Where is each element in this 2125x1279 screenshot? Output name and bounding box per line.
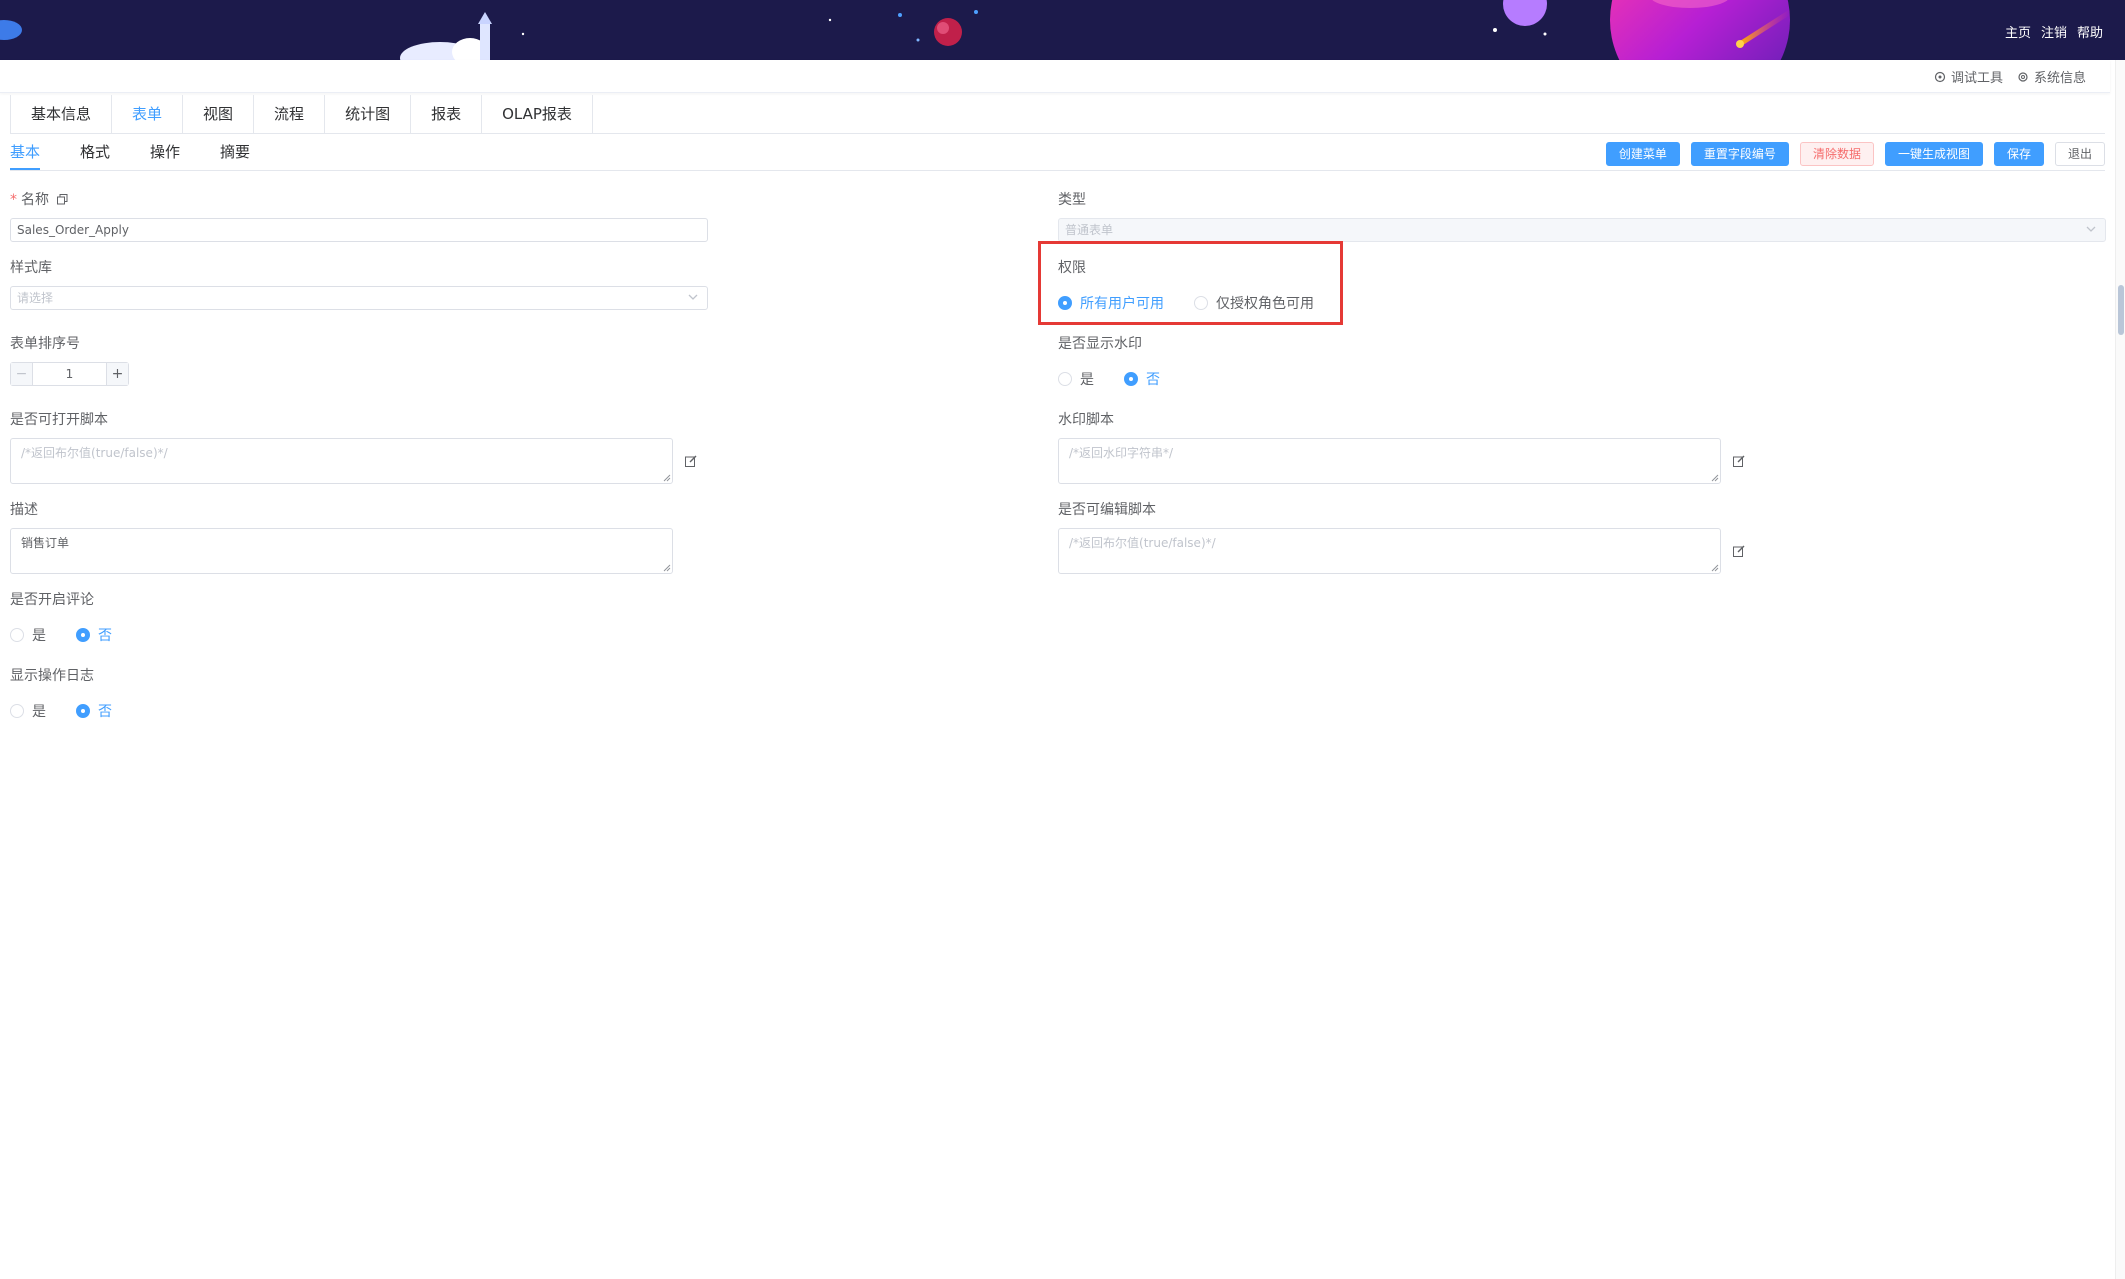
radio-dot — [10, 628, 24, 642]
name-label: * 名称 — [10, 189, 68, 209]
radio-dot — [76, 704, 90, 718]
required-mark: * — [10, 192, 17, 208]
radio-dot — [10, 704, 24, 718]
subtab-operation[interactable]: 操作 — [150, 140, 180, 170]
gear-icon — [2018, 71, 2028, 82]
operation-log-label: 显示操作日志 — [10, 668, 94, 684]
type-value: 普通表单 — [1065, 223, 1114, 237]
resize-grip-icon[interactable] — [663, 474, 671, 482]
watermark-label: 是否显示水印 — [1058, 336, 1142, 352]
log-no-radio[interactable]: 否 — [76, 701, 112, 721]
decrement-button[interactable]: − — [11, 363, 33, 385]
main-tabs: 基本信息 表单 视图 流程 统计图 报表 OLAP报表 — [10, 95, 593, 133]
home-link[interactable]: 主页 — [2005, 22, 2031, 41]
description-value: 销售订单 — [21, 536, 70, 550]
watermark-script-placeholder: /*返回水印字符串*/ — [1069, 446, 1174, 460]
system-info-label: 系统信息 — [2033, 71, 2086, 86]
description-textarea[interactable]: 销售订单 — [10, 528, 673, 574]
edit-icon[interactable] — [1733, 455, 1745, 467]
tab-olap-report[interactable]: OLAP报表 — [482, 95, 593, 133]
form-order-label: 表单排序号 — [10, 336, 80, 352]
top-banner: 主页 注销 帮助 — [0, 0, 2125, 60]
form-order-value[interactable]: 1 — [33, 363, 106, 385]
radio-label: 否 — [98, 704, 112, 720]
main-tabs-divider — [10, 133, 2105, 134]
watermark-radio-group: 是 否 — [1058, 369, 1160, 389]
clear-data-button[interactable]: 清除数据 — [1799, 142, 1874, 166]
comment-radio-group: 是 否 — [10, 625, 112, 645]
tab-basic-info[interactable]: 基本信息 — [11, 95, 113, 133]
tab-flow[interactable]: 流程 — [254, 95, 326, 133]
edit-icon[interactable] — [685, 455, 697, 467]
type-select: 普通表单 — [1058, 218, 2106, 242]
radio-label: 是 — [32, 704, 46, 720]
debug-icon — [1934, 71, 1946, 82]
log-yes-radio[interactable]: 是 — [10, 701, 46, 721]
open-script-placeholder: /*返回布尔值(true/false)*/ — [21, 446, 168, 460]
form-order-stepper: − 1 + — [10, 362, 129, 386]
type-label: 类型 — [1058, 192, 1086, 208]
resize-grip-icon[interactable] — [663, 564, 671, 572]
style-library-select[interactable]: 请选择 — [10, 286, 708, 310]
subtab-summary[interactable]: 摘要 — [220, 140, 250, 170]
comment-no-radio[interactable]: 否 — [76, 625, 112, 645]
resize-grip-icon[interactable] — [1711, 564, 1719, 572]
help-link[interactable]: 帮助 — [2077, 22, 2103, 41]
style-library-placeholder: 请选择 — [17, 291, 54, 305]
vertical-scrollbar[interactable] — [2115, 60, 2125, 1279]
debug-tool-button[interactable]: 调试工具 — [1934, 67, 2003, 86]
watermark-script-textarea[interactable]: /*返回水印字符串*/ — [1058, 438, 1721, 484]
radio-label: 是 — [1080, 372, 1094, 388]
save-button[interactable]: 保存 — [1993, 142, 2044, 166]
copy-icon[interactable] — [57, 194, 68, 205]
chevron-down-icon — [688, 294, 698, 300]
open-script-label: 是否可打开脚本 — [10, 412, 108, 428]
subtab-format[interactable]: 格式 — [80, 140, 110, 170]
create-menu-button[interactable]: 创建菜单 — [1605, 142, 1680, 166]
chevron-down-icon — [2086, 226, 2096, 232]
debug-tool-label: 调试工具 — [1950, 71, 2003, 86]
system-info-button[interactable]: 系统信息 — [2017, 67, 2086, 86]
logout-link[interactable]: 注销 — [2041, 22, 2067, 41]
comment-label: 是否开启评论 — [10, 592, 94, 608]
watermark-script-label: 水印脚本 — [1058, 412, 1114, 428]
edit-script-textarea[interactable]: /*返回布尔值(true/false)*/ — [1058, 528, 1721, 574]
subtab-basic[interactable]: 基本 — [10, 140, 41, 170]
permission-highlight-box — [1038, 241, 1343, 325]
description-label: 描述 — [10, 502, 38, 518]
name-input[interactable]: Sales_Order_Apply — [10, 218, 708, 242]
tab-form[interactable]: 表单 — [112, 95, 184, 133]
tab-chart[interactable]: 统计图 — [325, 95, 412, 133]
increment-button[interactable]: + — [106, 363, 128, 385]
reset-field-number-button[interactable]: 重置字段编号 — [1690, 142, 1789, 166]
open-script-textarea[interactable]: /*返回布尔值(true/false)*/ — [10, 438, 673, 484]
exit-button[interactable]: 退出 — [2054, 142, 2105, 166]
radio-label: 否 — [1146, 372, 1160, 388]
comment-yes-radio[interactable]: 是 — [10, 625, 46, 645]
watermark-yes-radio[interactable]: 是 — [1058, 369, 1094, 389]
scrollbar-thumb[interactable] — [2118, 285, 2124, 335]
radio-label: 否 — [98, 628, 112, 644]
tool-bar: 调试工具 系统信息 — [0, 60, 2110, 93]
radio-dot — [1124, 372, 1138, 386]
edit-icon[interactable] — [1733, 545, 1745, 557]
tab-view[interactable]: 视图 — [183, 95, 255, 133]
action-buttons: 创建菜单 重置字段编号 清除数据 一键生成视图 保存 退出 — [1605, 142, 2105, 166]
space-illustration — [0, 0, 1793, 60]
operation-log-radio-group: 是 否 — [10, 701, 112, 721]
edit-script-label: 是否可编辑脚本 — [1058, 502, 1156, 518]
radio-dot — [76, 628, 90, 642]
watermark-no-radio[interactable]: 否 — [1124, 369, 1160, 389]
style-library-label: 样式库 — [10, 260, 52, 276]
name-label-text: 名称 — [21, 192, 49, 208]
radio-label: 是 — [32, 628, 46, 644]
tab-report[interactable]: 报表 — [411, 95, 483, 133]
sub-tabs-divider — [10, 170, 2105, 171]
resize-grip-icon[interactable] — [1711, 474, 1719, 482]
sub-tabs: 基本 格式 操作 摘要 — [10, 140, 250, 170]
radio-dot — [1058, 372, 1072, 386]
generate-view-button[interactable]: 一键生成视图 — [1884, 142, 1983, 166]
edit-script-placeholder: /*返回布尔值(true/false)*/ — [1069, 536, 1216, 550]
